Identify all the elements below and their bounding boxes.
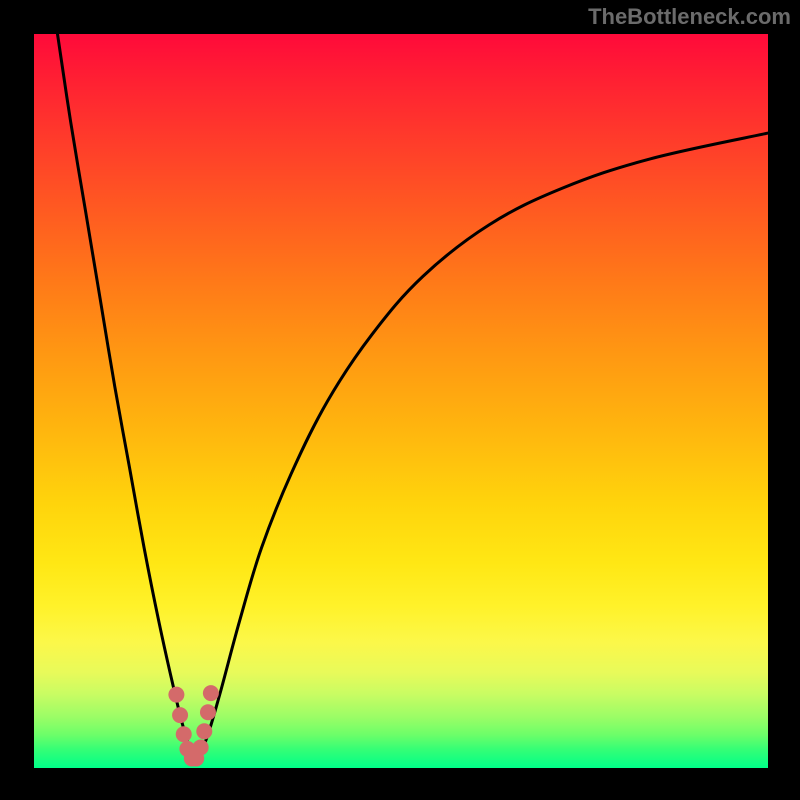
chart-svg bbox=[0, 0, 800, 800]
minimum-dot bbox=[176, 726, 192, 742]
minimum-dot bbox=[172, 707, 188, 723]
minimum-dot bbox=[196, 723, 212, 739]
watermark-text: TheBottleneck.com bbox=[588, 4, 791, 30]
bottleneck-curve bbox=[57, 34, 768, 761]
minimum-dot bbox=[200, 704, 216, 720]
outer-frame: TheBottleneck.com bbox=[0, 0, 800, 800]
minimum-dot bbox=[193, 739, 209, 755]
minimum-dot bbox=[203, 685, 219, 701]
minimum-dot bbox=[168, 687, 184, 703]
